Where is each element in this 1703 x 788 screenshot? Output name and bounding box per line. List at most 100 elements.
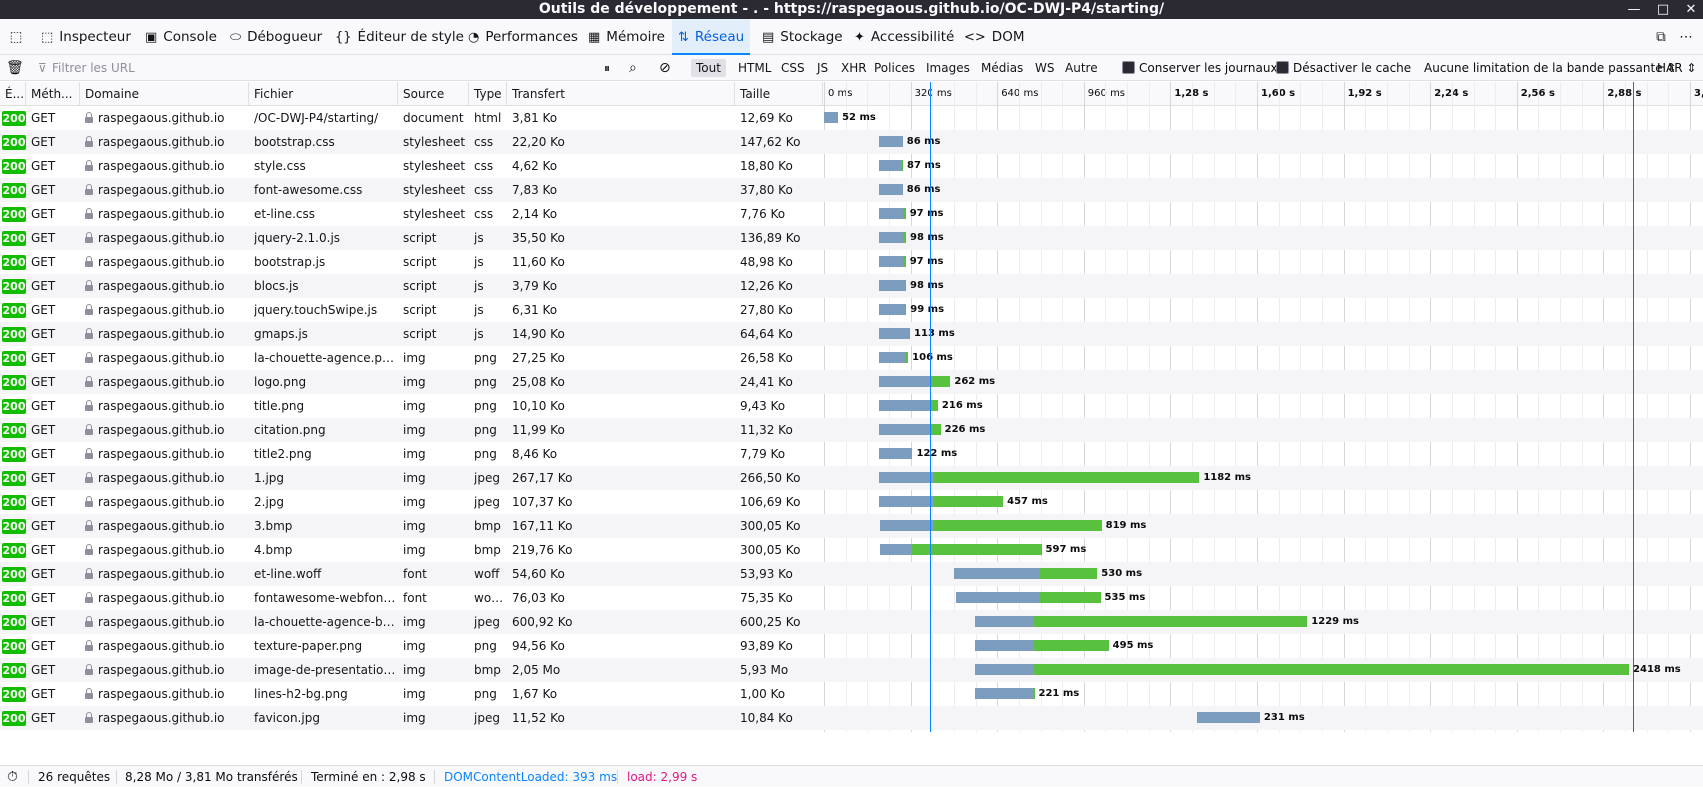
table-row[interactable]: 200 GET raspegaous.github.io la-chouette-ag… [0,610,1703,634]
status-badge: 200 [2,111,26,126]
table-row[interactable]: 200 GET raspegaous.github.io fontawesome-we… [0,586,1703,610]
request-duration: 535 ms [1104,592,1146,603]
tab-style-editor[interactable]: {} Éditeur de style [329,19,470,55]
table-row[interactable]: 200 GET raspegaous.github.io et-line.woff fo… [0,562,1703,586]
column-type[interactable]: Type [469,82,507,106]
request-domain: raspegaous.github.io [98,231,225,245]
request-duration: 87 ms [907,160,941,171]
waterfall-bar [879,328,911,339]
tab-network[interactable]: ⇅ Réseau [672,19,751,55]
lock-icon [85,376,93,387]
table-row[interactable]: 200 GET raspegaous.github.io 2.jpg img jpeg 10… [0,490,1703,514]
table-row[interactable]: 200 GET raspegaous.github.io/OC-DWJ-P4/sta… [0,106,1703,130]
request-size: 26,58 Ko [740,351,793,365]
column-file[interactable]: Fichier [249,82,398,106]
block-icon[interactable]: ⊘ [659,55,671,81]
table-row[interactable]: 200 GET raspegaous.github.io 3.bmp img bmp 167… [0,514,1703,538]
close-window-button[interactable]: ✕ [1679,0,1703,19]
table-row[interactable]: 200 GET raspegaous.github.io title2.png img p… [0,442,1703,466]
throttling-select[interactable]: Aucune limitation de la bande passante ⇕ [1424,55,1677,81]
request-method: GET [31,183,56,197]
waterfall-receiving [933,496,1004,507]
search-icon[interactable]: ⌕ [629,55,637,81]
column-transfer[interactable]: Transfert [507,82,735,106]
column-size[interactable]: Taille [735,82,823,106]
table-row[interactable]: 200 GET raspegaous.github.io et-line.css sty… [0,202,1703,226]
more-options-icon[interactable]: ⋯ [1676,19,1696,55]
tab-performance[interactable]: ◔ Performances [462,19,584,55]
waterfall-bar [955,592,1101,603]
table-row[interactable]: 200 GET raspegaous.github.io favicon.jpg img… [0,706,1703,730]
table-row[interactable]: 200 GET raspegaous.github.io la-chouette-ag… [0,346,1703,370]
element-picker-icon[interactable]: ⬚ [5,19,27,55]
maximize-button[interactable]: □ [1651,0,1675,19]
table-row[interactable]: 200 GET raspegaous.github.io citation.png im… [0,418,1703,442]
table-row[interactable]: 200 GET raspegaous.github.io title.png img pn… [0,394,1703,418]
column-source[interactable]: Source [398,82,469,106]
type-filter-7[interactable]: Médias [976,59,1028,77]
tab-storage[interactable]: ▤ Stockage [756,19,849,55]
status-badge: 200 [2,399,26,414]
table-row[interactable]: 200 GET raspegaous.github.io style.css style… [0,154,1703,178]
disable-cache-checkbox[interactable]: Désactiver le cache [1276,55,1411,81]
request-file: 4.bmp [254,543,293,557]
table-row[interactable]: 200 GET raspegaous.github.io lines-h2-bg.pn… [0,682,1703,706]
request-domain: raspegaous.github.io [98,279,225,293]
table-row[interactable]: 200 GET raspegaous.github.io image-de-prese… [0,658,1703,682]
tab-dom[interactable]: <> DOM [958,19,1030,55]
table-row[interactable]: 200 GET raspegaous.github.io bootstrap.css s… [0,130,1703,154]
table-row[interactable]: 200 GET raspegaous.github.io 1.jpg img jpeg 26… [0,466,1703,490]
waterfall-bar [879,256,906,267]
dock-toggle-icon[interactable]: ⧉ [1651,19,1671,55]
url-filter-input[interactable]: Filtrer les URL [52,55,135,81]
table-row[interactable]: 200 GET raspegaous.github.io bootstrap.js sc… [0,250,1703,274]
request-transfer: 1,67 Ko [512,687,558,701]
table-row[interactable]: 200 GET raspegaous.github.io font-awesome.c… [0,178,1703,202]
request-size: 18,80 Ko [740,159,793,173]
column-domain[interactable]: Domaine [80,82,249,106]
table-row[interactable]: 200 GET raspegaous.github.io 4.bmp img bmp 219… [0,538,1703,562]
waterfall-receiving [903,232,906,243]
type-filter-2[interactable]: CSS [776,59,810,77]
table-row[interactable]: 200 GET raspegaous.github.io jquery-2.1.0.j… [0,226,1703,250]
type-filter-9[interactable]: Autre [1060,59,1103,77]
type-filter-3[interactable]: JS [812,59,833,77]
type-filter-1[interactable]: HTML [733,59,776,77]
request-domain: raspegaous.github.io [98,207,225,221]
lock-icon [85,232,93,243]
tab-console[interactable]: ▣ Console [139,19,223,55]
type-filter-0[interactable]: Tout [691,59,726,77]
table-row[interactable]: 200 GET raspegaous.github.io gmaps.js script… [0,322,1703,346]
disable-cache-box[interactable] [1276,61,1289,74]
type-filter-4[interactable]: XHR [836,59,872,77]
tab-inspector[interactable]: ⬚ Inspecteur [35,19,137,55]
pause-icon[interactable]: ⏸ [604,55,610,81]
request-duration: 226 ms [944,424,986,435]
tab-accessibility[interactable]: ✦ Accessibilité [848,19,960,55]
tab-debugger[interactable]: ⬭ Débogueur [224,19,328,55]
table-row[interactable]: 200 GET raspegaous.github.io blocs.js script… [0,274,1703,298]
type-filter-6[interactable]: Images [921,59,975,77]
type-filter-8[interactable]: WS [1030,59,1059,77]
table-row[interactable]: 200 GET raspegaous.github.io texture-paper.… [0,634,1703,658]
table-row[interactable]: 200 GET raspegaous.github.io jquery.touchSw… [0,298,1703,322]
minimize-button[interactable]: — [1622,0,1646,19]
har-menu-button[interactable]: HAR ⇕ [1657,55,1696,81]
column-method[interactable]: Méth... [26,82,80,106]
type-filter-5[interactable]: Polices [869,59,920,77]
request-method: GET [31,303,56,317]
table-row[interactable]: 200 GET raspegaous.github.io logo.png img png… [0,370,1703,394]
tab-memory[interactable]: ▦ Mémoire [582,19,671,55]
timeline-tick: 640 ms [1001,88,1039,99]
column-status[interactable]: É... [0,82,26,106]
status-badge: 200 [2,279,26,294]
stopwatch-icon[interactable]: ⏱ [7,766,18,788]
trash-icon[interactable]: 🗑 [6,55,24,81]
persist-logs-box[interactable] [1122,61,1135,74]
lock-icon [85,112,93,123]
timeline-tick: 1,28 s [1174,88,1209,99]
request-transfer: 6,31 Ko [512,303,558,317]
status-badge: 200 [2,471,26,486]
persist-logs-checkbox[interactable]: Conserver les journaux [1122,55,1278,81]
waterfall-receiving [912,544,1042,555]
